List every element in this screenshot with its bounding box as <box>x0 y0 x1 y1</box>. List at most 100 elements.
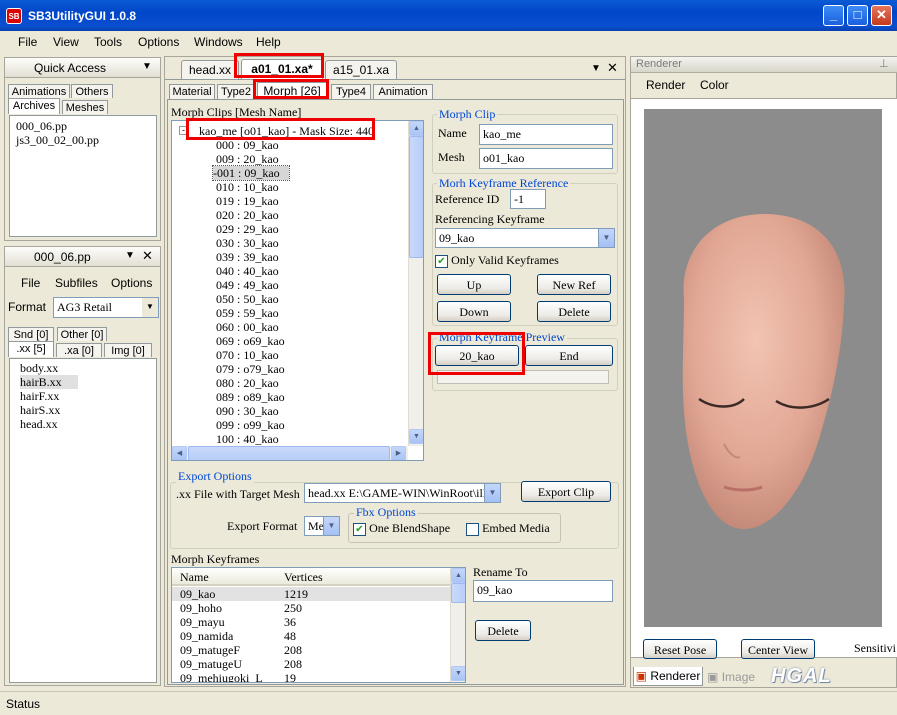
scroll-down-icon[interactable]: ▼ <box>409 429 423 444</box>
hscroll-thumb[interactable] <box>188 446 390 460</box>
scroll-thumb[interactable] <box>409 136 423 258</box>
ref-kf-select[interactable]: 09_kao ▼ <box>435 228 615 248</box>
only-valid-checkbox[interactable]: ✔ Only Valid Keyframes <box>435 253 559 268</box>
table-row[interactable]: 09_hoho 250 <box>172 601 450 615</box>
reset-pose-button[interactable]: Reset Pose <box>643 639 717 659</box>
tree-item[interactable]: 039 : 39_kao <box>216 250 396 264</box>
tab-other[interactable]: Other [0] <box>57 327 107 341</box>
rename-field[interactable]: 09_kao <box>473 580 613 602</box>
tab-material[interactable]: Material <box>169 84 215 99</box>
menu-tools[interactable]: Tools <box>94 35 122 49</box>
tree-item[interactable]: 000 : 09_kao <box>216 138 396 152</box>
tree-item[interactable]: 029 : 29_kao <box>216 222 396 236</box>
tree-item[interactable]: 079 : o79_kao <box>216 362 396 376</box>
tree-item[interactable]: 100 : 40_kao <box>216 432 396 446</box>
tree-item[interactable]: 089 : o89_kao <box>216 390 396 404</box>
delete-ref-button[interactable]: Delete <box>537 301 611 322</box>
tree-item[interactable]: 070 : 10_kao <box>216 348 396 362</box>
scroll-right-icon[interactable]: ▶ <box>391 446 406 460</box>
pp-menu-file[interactable]: File <box>21 276 40 290</box>
pin-icon[interactable]: ▼ <box>125 250 135 261</box>
tree-item[interactable]: 090 : 30_kao <box>216 404 396 418</box>
tree-item[interactable]: 019 : 19_kao <box>216 194 396 208</box>
scroll-thumb[interactable] <box>451 583 465 603</box>
doc-dropdown-icon[interactable]: ▼ <box>591 63 601 74</box>
doc-tab-head[interactable]: head.xx <box>181 60 239 79</box>
list-item[interactable]: hairF.xx <box>20 389 146 403</box>
tab-renderer[interactable]: ▣ Renderer <box>633 667 703 686</box>
ref-id-field[interactable]: -1 <box>510 189 546 209</box>
delete-keyframe-button[interactable]: Delete <box>475 620 531 641</box>
dropdown-icon[interactable]: ▼ <box>142 61 152 72</box>
name-field[interactable]: kao_me <box>479 124 613 145</box>
tab-meshes[interactable]: Meshes <box>62 100 108 114</box>
down-button[interactable]: Down <box>437 301 511 322</box>
menu-windows[interactable]: Windows <box>194 35 243 49</box>
export-clip-button[interactable]: Export Clip <box>521 481 611 502</box>
tree-item[interactable]: 080 : 20_kao <box>216 376 396 390</box>
renderer-menu-color[interactable]: Color <box>700 78 729 92</box>
tree-item[interactable]: 069 : o69_kao <box>216 334 396 348</box>
minimize-button[interactable]: _ <box>823 5 844 26</box>
tree-item[interactable]: 060 : 00_kao <box>216 320 396 334</box>
tree-item[interactable]: 059 : 59_kao <box>216 306 396 320</box>
menu-options[interactable]: Options <box>138 35 179 49</box>
tab-img[interactable]: Img [0] <box>104 343 152 357</box>
pp-menu-options[interactable]: Options <box>111 276 152 290</box>
tree-item[interactable]: 020 : 20_kao <box>216 208 396 222</box>
table-row[interactable]: 09_mayu 36 <box>172 615 450 629</box>
pp-menu-subfiles[interactable]: Subfiles <box>55 276 98 290</box>
close-icon[interactable]: ✕ <box>142 248 153 264</box>
maximize-button[interactable]: □ <box>847 5 868 26</box>
tab-animations[interactable]: Animations <box>8 84 70 98</box>
list-item[interactable]: hairS.xx <box>20 403 146 417</box>
mesh-field[interactable]: o01_kao <box>479 148 613 169</box>
tree-item[interactable]: -001 : 09_kao <box>212 165 290 181</box>
preview-end-button[interactable]: End <box>525 345 613 366</box>
tab-type2[interactable]: Type2 <box>217 84 255 99</box>
scroll-down-icon[interactable]: ▼ <box>451 666 465 681</box>
tab-snd[interactable]: Snd [0] <box>8 327 54 341</box>
renderer-menu-render[interactable]: Render <box>646 78 685 92</box>
scroll-up-icon[interactable]: ▲ <box>451 568 465 583</box>
render-viewport[interactable] <box>644 109 882 627</box>
column-vertices[interactable]: Vertices <box>284 570 323 585</box>
list-item[interactable]: body.xx <box>20 361 146 375</box>
list-item[interactable]: head.xx <box>20 417 146 431</box>
list-item[interactable]: 000_06.pp <box>16 119 150 133</box>
tab-xx[interactable]: .xx [5] <box>8 341 54 357</box>
tab-image[interactable]: ▣ Image <box>707 669 767 686</box>
menu-file[interactable]: File <box>18 35 37 49</box>
tree-item[interactable]: 099 : o99_kao <box>216 418 396 432</box>
table-row[interactable]: 09_matugeF 208 <box>172 643 450 657</box>
tab-xa[interactable]: .xa [0] <box>56 343 102 357</box>
tab-archives[interactable]: Archives <box>8 98 60 114</box>
pin-icon[interactable]: ⊥ <box>879 57 889 70</box>
menu-help[interactable]: Help <box>256 35 281 49</box>
up-button[interactable]: Up <box>437 274 511 295</box>
doc-close-icon[interactable]: ✕ <box>607 60 618 76</box>
one-blendshape-checkbox[interactable]: ✔ One BlendShape <box>353 521 450 536</box>
table-row[interactable]: 09_matugeU 208 <box>172 657 450 671</box>
embed-media-checkbox[interactable]: Embed Media <box>466 521 550 536</box>
new-ref-button[interactable]: New Ref <box>537 274 611 295</box>
column-name[interactable]: Name <box>180 570 209 585</box>
tree-item[interactable]: 049 : 49_kao <box>216 278 396 292</box>
scroll-up-icon[interactable]: ▲ <box>409 121 423 136</box>
format-select[interactable]: AG3 Retail ▼ <box>53 297 159 318</box>
tree-item[interactable]: 050 : 50_kao <box>216 292 396 306</box>
tab-animation[interactable]: Animation <box>373 84 433 99</box>
list-item[interactable]: js3_00_02_00.pp <box>16 133 150 147</box>
close-button[interactable]: ✕ <box>871 5 892 26</box>
tab-others[interactable]: Others <box>71 84 113 98</box>
target-mesh-select[interactable]: head.xx E:\GAME-WIN\WinRoot\illu ▼ <box>304 483 501 503</box>
tree-vscrollbar[interactable]: ▲ ▼ <box>408 121 423 446</box>
tree-item[interactable]: 009 : 20_kao <box>216 152 396 166</box>
export-format-select[interactable]: Me ▼ <box>304 516 340 536</box>
doc-tab-a15[interactable]: a15_01.xa <box>325 60 397 79</box>
table-row[interactable]: 09_mehiugoki_L 19 <box>172 671 450 682</box>
tab-type4[interactable]: Type4 <box>331 84 371 99</box>
tree-item[interactable]: 030 : 30_kao <box>216 236 396 250</box>
scroll-left-icon[interactable]: ◀ <box>172 446 187 460</box>
menu-view[interactable]: View <box>53 35 79 49</box>
